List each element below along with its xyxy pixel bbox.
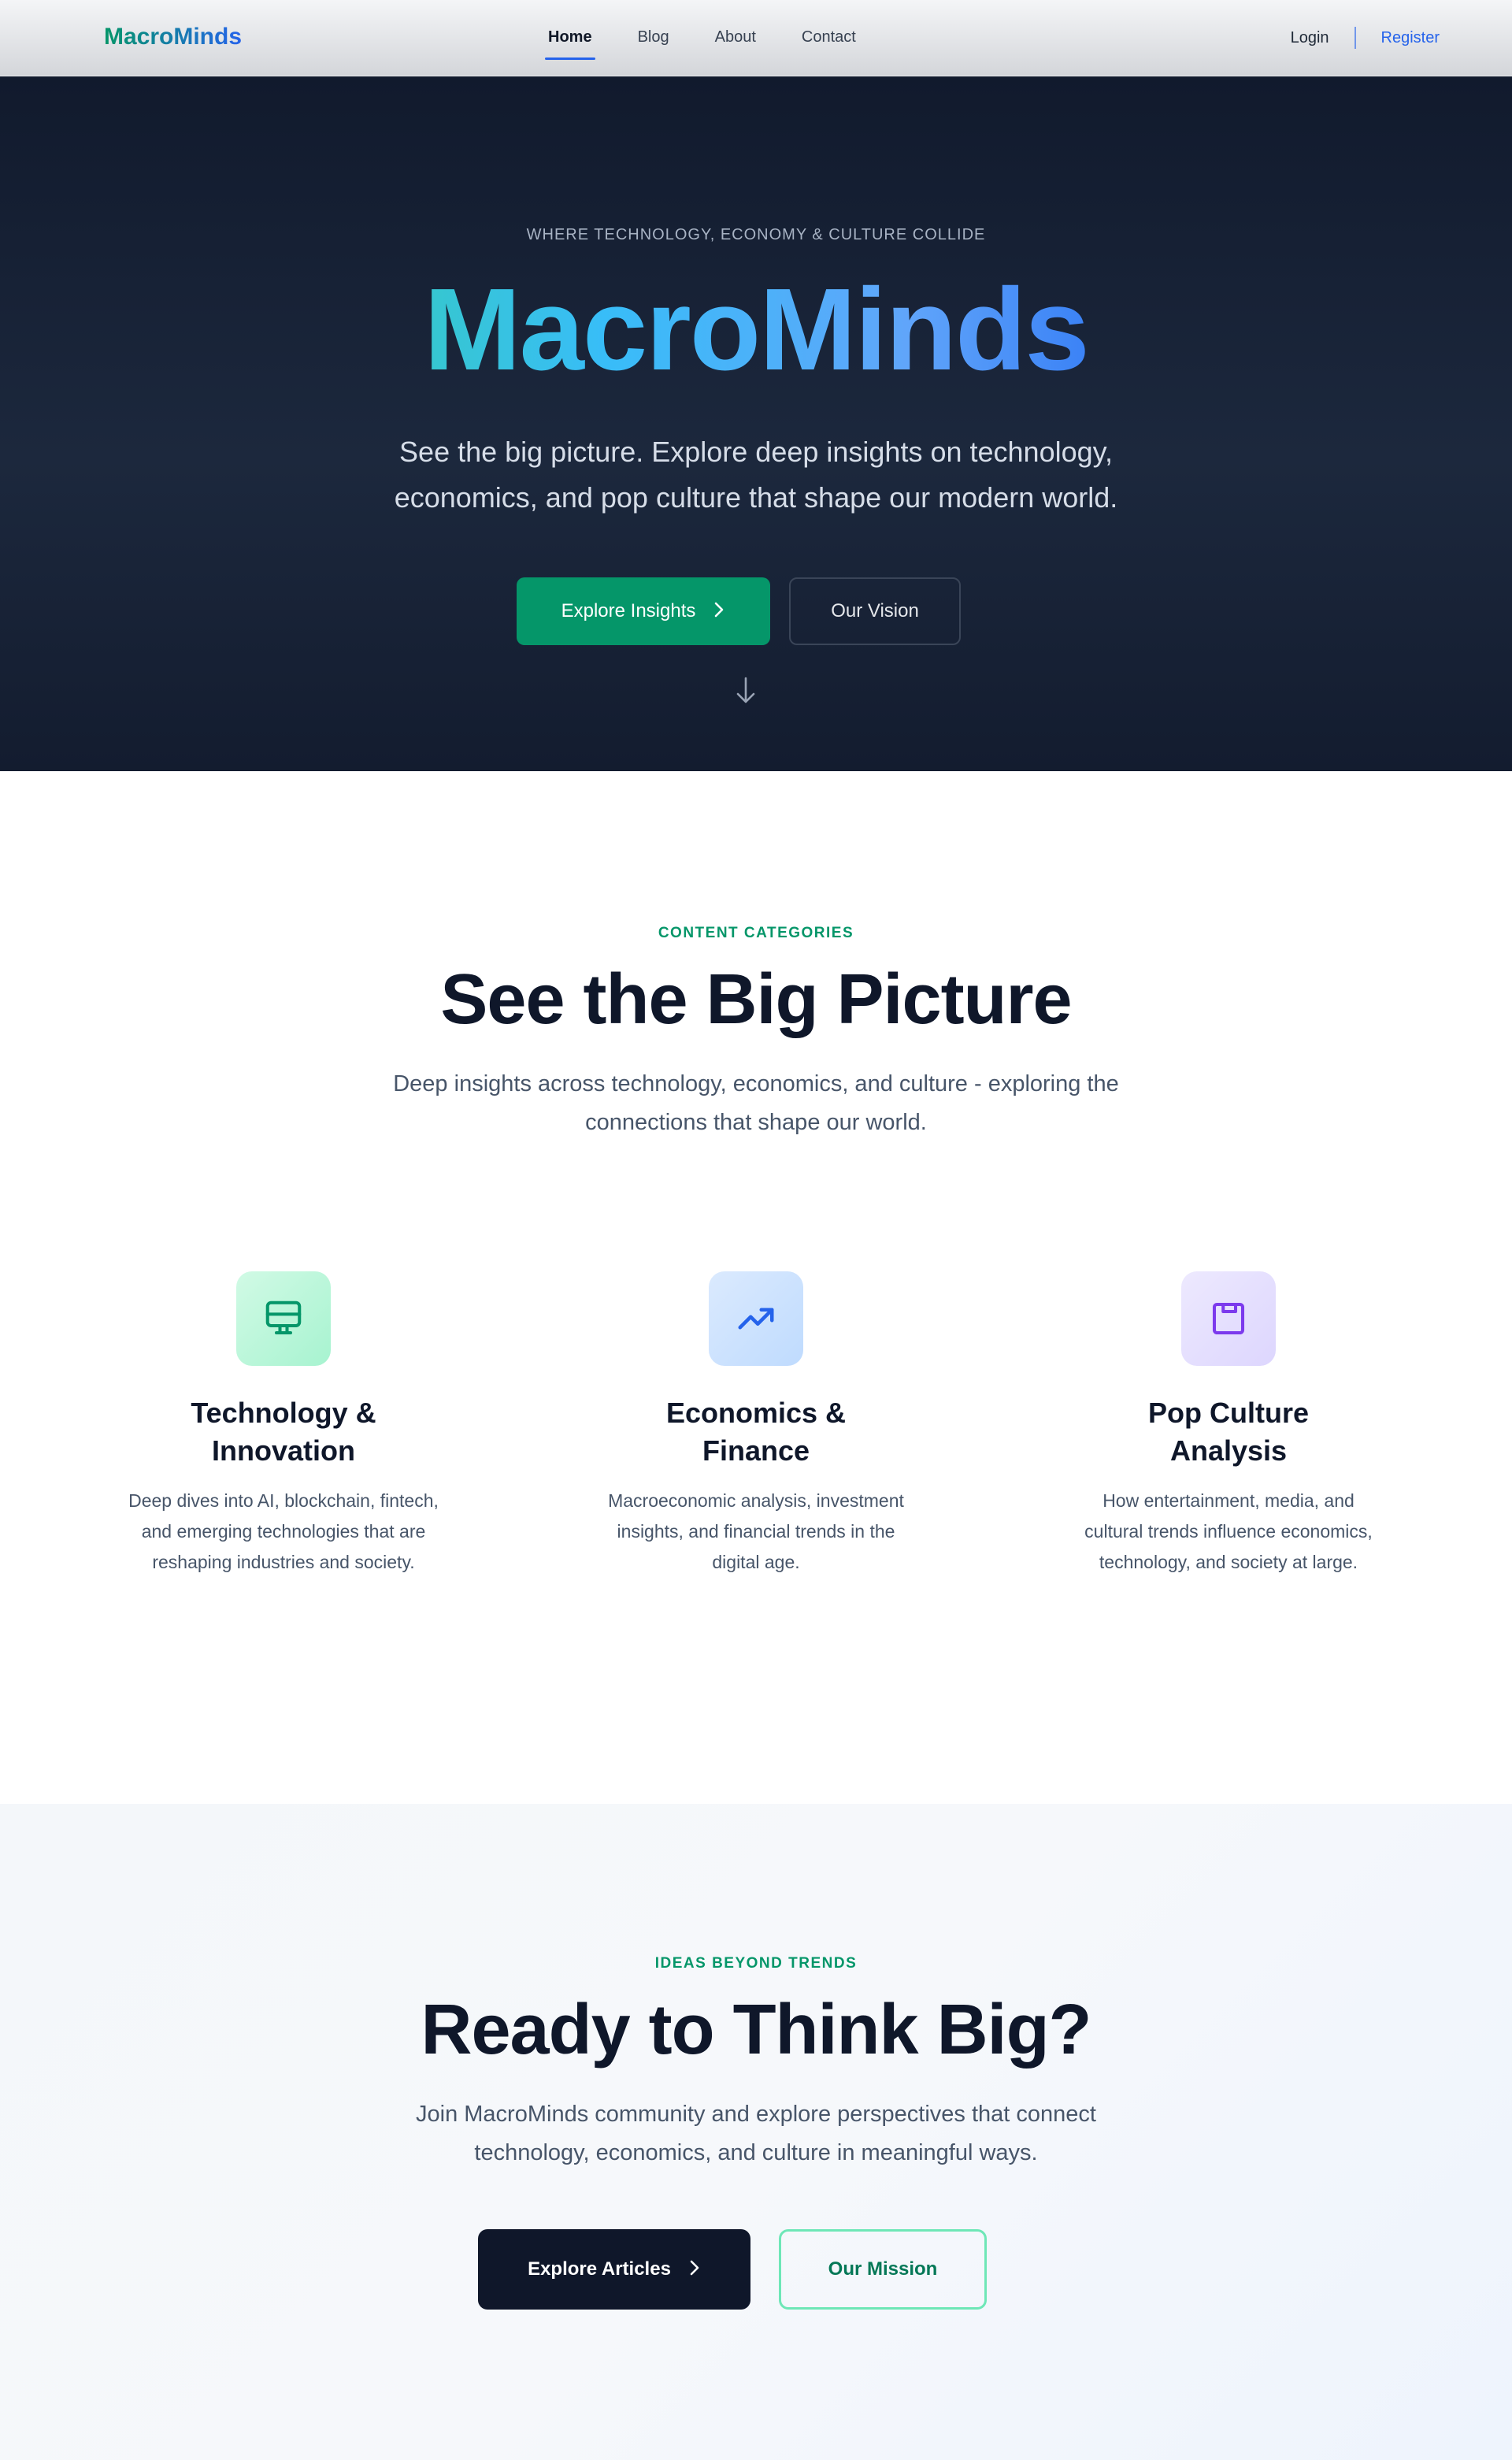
- categories-eyebrow: CONTENT CATEGORIES: [658, 925, 854, 941]
- category-description: How entertainment, media, and cultural t…: [1084, 1490, 1373, 1572]
- category-description: Deep dives into AI, blockchain, fintech,…: [128, 1490, 439, 1572]
- arrow-down-icon[interactable]: [734, 675, 758, 707]
- chevron-right-icon: [688, 2257, 701, 2282]
- frame-icon: [1181, 1271, 1276, 1366]
- cta-section: IDEAS BEYOND TRENDS Ready to Think Big? …: [0, 1804, 1512, 2460]
- cta-buttons: Explore Articles Our Mission: [0, 2229, 1512, 2310]
- categories-title: See the Big Picture: [440, 960, 1072, 1039]
- explore-articles-button[interactable]: Explore Articles: [478, 2229, 750, 2310]
- hero-subtitle: See the big picture. Explore deep insigh…: [394, 436, 1118, 514]
- category-title: Pop Culture Analysis: [1148, 1397, 1309, 1467]
- cta-title: Ready to Think Big?: [421, 1991, 1091, 2069]
- trending-up-icon: [709, 1271, 803, 1366]
- login-link[interactable]: Login: [1291, 29, 1329, 47]
- our-vision-button[interactable]: Our Vision: [789, 577, 961, 645]
- category-description: Macroeconomic analysis, investment insig…: [608, 1490, 904, 1572]
- nav-link-contact[interactable]: Contact: [802, 0, 856, 76]
- category-card-technology[interactable]: Technology & Innovation Deep dives into …: [118, 1271, 449, 1578]
- brand-logo[interactable]: MacroMinds: [104, 24, 242, 50]
- nav-divider: [1354, 27, 1356, 49]
- categories-section: CONTENT CATEGORIES See the Big Picture D…: [0, 772, 1512, 1804]
- categories-subtitle: Deep insights across technology, economi…: [393, 1071, 1119, 1135]
- main-nav: Home Blog About Contact: [545, 0, 902, 76]
- hero-title: MacroMinds: [0, 272, 1512, 388]
- register-link[interactable]: Register: [1381, 29, 1440, 47]
- category-title: Technology & Innovation: [191, 1397, 376, 1467]
- chevron-right-icon: [713, 599, 725, 624]
- hero-section: WHERE TECHNOLOGY, ECONOMY & CULTURE COLL…: [0, 76, 1512, 771]
- explore-insights-button[interactable]: Explore Insights: [517, 577, 770, 645]
- monitor-icon: [236, 1271, 331, 1366]
- hero-buttons: Explore Insights Our Vision: [0, 577, 1512, 645]
- explore-articles-label: Explore Articles: [528, 2258, 671, 2280]
- category-card-pop-culture[interactable]: Pop Culture Analysis How entertainment, …: [1063, 1271, 1394, 1578]
- nav-link-about[interactable]: About: [715, 0, 756, 76]
- top-navbar: MacroMinds Home Blog About Contact Login…: [0, 0, 1512, 76]
- explore-insights-label: Explore Insights: [561, 600, 696, 621]
- cta-subtitle: Join MacroMinds community and explore pe…: [416, 2102, 1096, 2165]
- our-mission-button[interactable]: Our Mission: [779, 2229, 987, 2310]
- category-title: Economics & Finance: [665, 1397, 847, 1467]
- nav-link-blog[interactable]: Blog: [638, 0, 669, 76]
- cta-eyebrow: IDEAS BEYOND TRENDS: [654, 1955, 858, 1972]
- auth-links: Login Register: [1291, 0, 1440, 76]
- hero-eyebrow: WHERE TECHNOLOGY, ECONOMY & CULTURE COLL…: [526, 226, 986, 243]
- nav-link-home[interactable]: Home: [545, 0, 595, 76]
- category-card-economics[interactable]: Economics & Finance Macroeconomic analys…: [591, 1271, 921, 1578]
